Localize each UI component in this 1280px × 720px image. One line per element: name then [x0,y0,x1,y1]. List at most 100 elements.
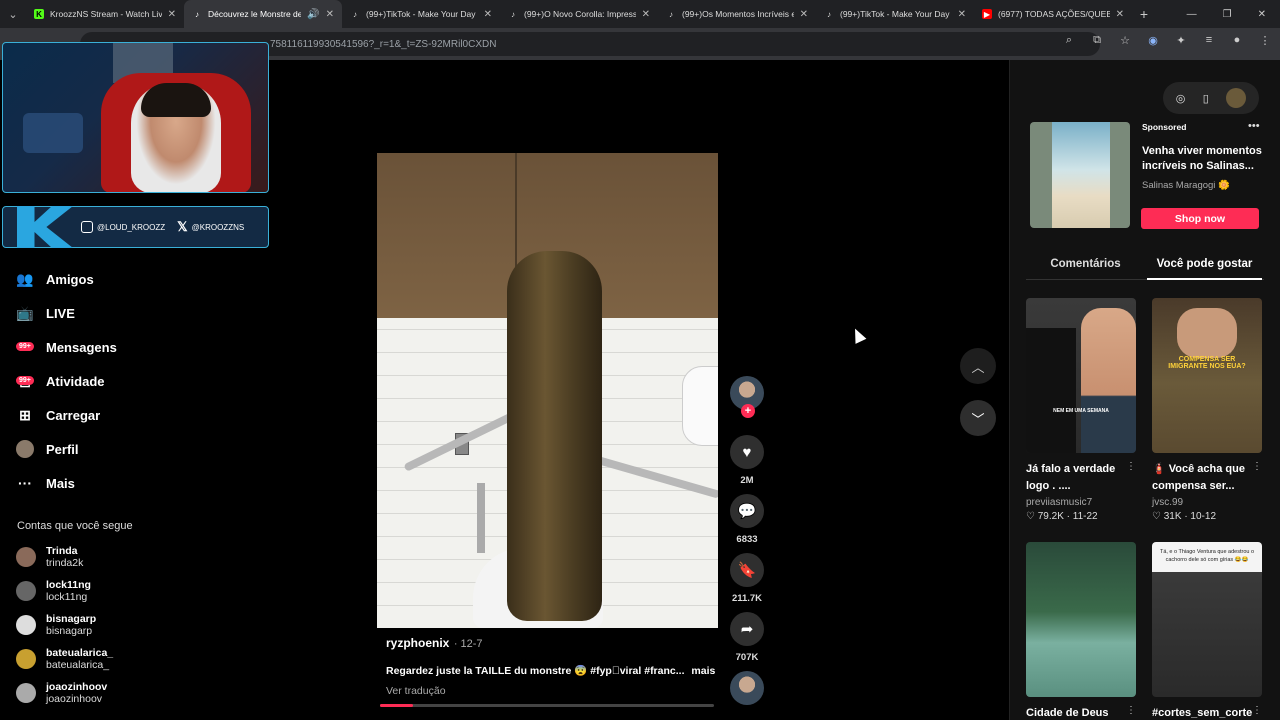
ad-more-icon[interactable]: ••• [1248,120,1260,132]
new-tab-button[interactable]: + [1132,0,1156,28]
menu-kebab-icon[interactable]: ⋮ [1258,34,1272,47]
sidebar-item-mensagens[interactable]: ✉99+ Mensagens [16,330,256,364]
see-more-link[interactable]: mais [691,665,715,677]
close-tab-icon[interactable]: ✕ [168,9,176,20]
browser-tab[interactable]: K KroozzNS Stream - Watch Live ✕ [26,0,184,28]
author-avatar[interactable]: + [730,376,764,418]
tab-title: (99+)TikTok - Make Your Day [366,9,476,19]
kebab-icon[interactable]: ⋮ [1126,705,1136,720]
browser-tab[interactable]: ♪ (99+)Os Momentos Incríveis en ✕ [658,0,816,28]
activity-icon: ◻99+ [16,372,34,390]
recommendation-thumbnail[interactable]: COMPENSA SER IMIGRANTE NOS EUA? [1152,298,1262,453]
sound-avatar[interactable] [730,671,764,705]
translate-link[interactable]: Ver tradução [386,685,726,697]
recommendation-thumbnail[interactable]: NEM EM UMA SEMANA [1026,298,1136,453]
recommendation-card[interactable]: Cidade de Deus ⋮ [1026,542,1136,720]
close-tab-icon[interactable]: ✕ [800,9,808,20]
zoom-icon[interactable]: ⌕ [1062,34,1076,47]
sidebar-item-mais[interactable]: ··· Mais [16,466,256,500]
shop-now-button[interactable]: Shop now [1141,208,1259,229]
sidebar-item-label: Mensagens [46,339,117,355]
sidebar-item-atividade[interactable]: ◻99+ Atividade [16,364,256,398]
recommendation-title: Já falo a verdade logo . .... [1026,463,1116,492]
comment-button[interactable]: 💬 [730,494,764,528]
sidebar-item-carregar[interactable]: ⊞ Carregar [16,398,256,432]
user-avatar[interactable] [1226,88,1247,108]
previous-video-button[interactable]: ︿ [960,348,996,384]
speaker-icon[interactable]: 🔊 [307,9,319,20]
save-button[interactable]: 🔖 [730,553,764,587]
like-button[interactable]: ♥ [730,435,764,469]
close-tab-icon[interactable]: ✕ [642,9,650,20]
recommendation-author[interactable]: previiasmusic7 [1026,497,1136,508]
extensions-icon[interactable]: ✦ [1174,34,1188,47]
video-author[interactable]: ryzphoenix [386,636,449,650]
close-tab-icon[interactable]: ✕ [1116,9,1124,20]
next-video-button[interactable]: ﹀ [960,400,996,436]
messages-icon: ✉99+ [16,338,34,356]
following-account[interactable]: bateualarica_ bateualarica_ [16,642,113,676]
recommendation-card[interactable]: COMPENSA SER IMIGRANTE NOS EUA? 🧯 Você a… [1152,298,1262,522]
account-name: lock11ng [46,579,91,591]
recommendation-thumbnail[interactable] [1026,542,1136,697]
streamer-hair [141,83,211,117]
recommendation-author[interactable]: jvsc.99 [1152,497,1262,508]
browser-tab[interactable]: ▶ (6977) TODAS AÇÕES/QUEBRA ✕ [974,0,1132,28]
chevron-down-icon: ﹀ [971,411,985,427]
avatar [16,615,36,635]
ad-thumbnail[interactable] [1030,122,1130,228]
share-button[interactable]: ➦ [730,612,764,646]
tab-search-chevron-icon[interactable]: ⌄ [0,0,26,28]
browser-tab-active[interactable]: ♪ Découvrez le Monstre des T 🔊 ✕ [184,0,342,28]
close-tab-icon[interactable]: ✕ [484,9,492,20]
recommendation-title: Cidade de Deus [1026,707,1109,719]
sidebar-item-perfil[interactable]: Perfil [16,432,256,466]
phone-icon[interactable]: ▯ [1203,92,1209,105]
following-account[interactable]: bisnagarp bisnagarp [16,608,113,642]
restore-icon[interactable]: ❐ [1223,9,1232,20]
sidebar-item-label: Carregar [46,407,101,423]
avatar [16,683,36,703]
compass-icon[interactable]: ◎ [1176,92,1186,105]
instagram-text: @LOUD_KROOZZ [97,222,166,232]
sidebar-item-amigos[interactable]: 👥 Amigos [16,262,256,296]
close-window-icon[interactable]: ✕ [1258,9,1266,20]
sidebar-item-label: Perfil [46,441,79,457]
following-account[interactable]: joaozinhoov joaozinhoov [16,676,113,710]
recommendation-card[interactable]: NEM EM UMA SEMANA Já falo a verdade logo… [1026,298,1136,522]
kebab-icon[interactable]: ⋮ [1252,461,1262,495]
share-arrow-icon: ➦ [740,621,754,638]
ad-title: Venha viver momentos incríveis no Salina… [1142,145,1262,172]
follow-plus-icon[interactable]: + [741,404,755,418]
tab-you-may-like[interactable]: Você pode gostar [1145,250,1264,280]
progress-fill [380,704,414,707]
recommendation-card[interactable]: Tá, e o Thiago Ventura que adestrou o ca… [1152,542,1262,720]
recommendation-title: #cortes_sem_corte [1152,707,1253,719]
close-tab-icon[interactable]: ✕ [326,9,334,20]
audio-icon[interactable]: ◉ [1146,34,1160,47]
bookmark-star-icon[interactable]: ☆ [1118,34,1132,47]
kick-icon: K [34,9,44,19]
youtube-icon: ▶ [982,9,992,19]
install-icon[interactable]: ⧉ [1090,34,1104,47]
save-count: 211.7K [731,593,763,604]
reading-list-icon[interactable]: ≡ [1202,34,1216,47]
recommendation-thumbnail[interactable]: Tá, e o Thiago Ventura que adestrou o ca… [1152,542,1262,697]
following-account[interactable]: Trinda trinda2k [16,540,113,574]
kebab-icon[interactable]: ⋮ [1126,461,1136,495]
browser-tab[interactable]: ♪ (99+)TikTok - Make Your Day ✕ [816,0,974,28]
close-tab-icon[interactable]: ✕ [958,9,966,20]
kebab-icon[interactable]: ⋮ [1252,705,1262,720]
sidebar-item-live[interactable]: 📺 LIVE [16,296,256,330]
video-player[interactable] [377,153,718,628]
tab-comments[interactable]: Comentários [1026,250,1145,279]
recommendation-stats: ♡ 31K · 10-12 [1152,511,1216,522]
browser-tab[interactable]: ♪ (99+)O Novo Corolla: Impressi ✕ [500,0,658,28]
sponsored-ad: Sponsored ••• Venha viver momentos incrí… [1028,120,1264,232]
profile-icon[interactable]: ● [1230,34,1244,47]
video-progress-bar[interactable] [380,704,714,707]
toolbar-icons: ⌕ ⧉ ☆ ◉ ✦ ≡ ● ⋮ [1062,34,1272,47]
minimize-icon[interactable]: — [1187,9,1197,20]
following-account[interactable]: lock11ng lock11ng [16,574,113,608]
browser-tab[interactable]: ♪ (99+)TikTok - Make Your Day ✕ [342,0,500,28]
